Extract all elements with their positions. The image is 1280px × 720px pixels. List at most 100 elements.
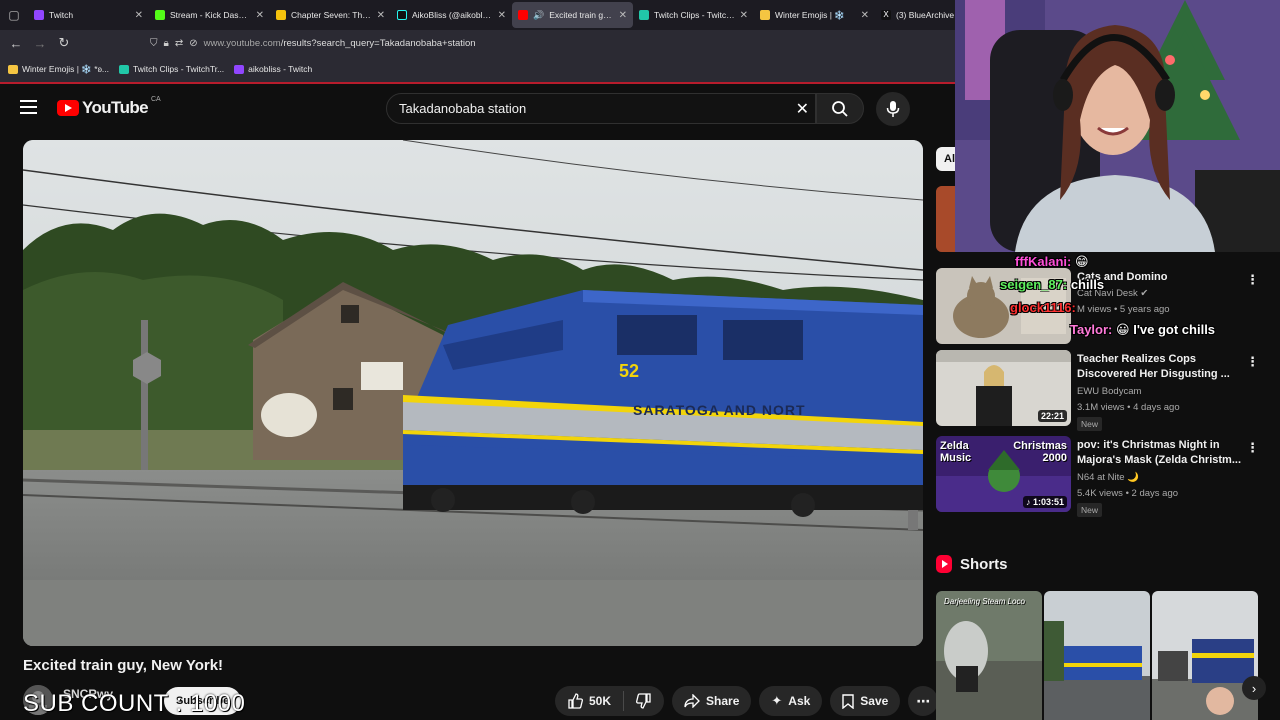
short-item[interactable] (1044, 591, 1150, 720)
reload-icon[interactable]: ↻ (52, 31, 76, 55)
share-arrow-icon (684, 694, 700, 708)
tab-1[interactable]: Stream - Kick Dashboa ✕ (149, 2, 270, 28)
tab-close-icon[interactable]: ✕ (498, 10, 506, 21)
lock-icon[interactable]: 🔒︎ (164, 38, 169, 49)
next-shorts-arrow-icon[interactable]: › (1242, 676, 1266, 700)
tab-2[interactable]: Chapter Seven: The Lo ✕ (270, 2, 391, 28)
recommendation-title[interactable]: Teacher Realizes Cops Discovered Her Dis… (1077, 352, 1242, 382)
recommendation-meta: 3.1M views • 4 days ago (1077, 402, 1180, 413)
short-item[interactable]: Darjeeling Steam Loco (936, 591, 1042, 720)
tab-title: Twitch Clips - TwitchTra (654, 10, 735, 20)
url-bar[interactable]: ⛉ 🔒︎ ⇄ ⊘ www.youtube.com/results?search_… (150, 33, 950, 53)
thumbs-up-icon (568, 693, 583, 709)
tab-close-icon[interactable]: ✕ (256, 10, 264, 21)
video-player[interactable]: SARATOGA AND NORT 52 (23, 140, 923, 646)
twitch-favicon-icon (34, 10, 44, 20)
search-input[interactable]: Takadanobaba station ✕ (386, 93, 816, 124)
chat-line: Taylor: 😀 I've got chills (1070, 322, 1216, 337)
tab-title: AikoBliss (@aikobliss) | (412, 10, 493, 20)
search-query: Takadanobaba station (399, 101, 527, 116)
tab-close-icon[interactable]: ✕ (377, 10, 385, 21)
tab-close-icon[interactable]: ✕ (861, 10, 869, 21)
back-arrow-icon[interactable]: ← (4, 31, 28, 55)
train-crossing-thumbnail-image (1152, 591, 1258, 720)
recommendation-item[interactable]: 22:21 Teacher Realizes Cops Discovered H… (936, 350, 1259, 431)
tab-title: Chapter Seven: The Lo (291, 10, 372, 20)
menu-icon[interactable] (20, 100, 37, 114)
thumb-text-right: Christmas 2000 (1013, 440, 1067, 464)
share-button[interactable]: Share (672, 686, 752, 716)
bookmark-item[interactable]: aikobliss - Twitch (234, 64, 312, 74)
bookmark-item[interactable]: Winter Emojis | ❄️ *ʚ... (8, 64, 109, 75)
recommendation-item[interactable]: Zelda Music Christmas 2000 ♪ 1:03:51 pov… (936, 436, 1259, 517)
forward-arrow-icon[interactable]: → (28, 31, 52, 55)
microphone-icon (886, 101, 900, 117)
thumb-text-left: Zelda Music (940, 440, 972, 464)
sparkle-icon: ✦ (771, 693, 783, 708)
chat-line: seigen_87: chills (1000, 277, 1105, 292)
folder-favicon-icon (276, 10, 286, 20)
tab-5[interactable]: Twitch Clips - TwitchTra ✕ (633, 2, 754, 28)
like-count: 50K (589, 694, 612, 708)
chat-line: glock1116: (1010, 300, 1076, 315)
url-text: www.youtube.com/results?search_query=Tak… (203, 37, 476, 49)
new-badge: New (1077, 417, 1103, 431)
search-button[interactable] (816, 93, 864, 124)
screen: ▢ Twitch ✕ Stream - Kick Dashboa ✕ Chapt… (0, 0, 1280, 720)
tab-close-icon[interactable]: ✕ (135, 10, 143, 21)
sub-count-overlay: SUB COUNT : 1000 (23, 690, 246, 717)
x-favicon-icon: X (881, 10, 891, 20)
video-thumbnail[interactable]: Zelda Music Christmas 2000 ♪ 1:03:51 (936, 436, 1071, 512)
bookmark-label: Winter Emojis | ❄️ *ʚ... (22, 63, 110, 74)
shield-icon[interactable]: ⛉ (150, 38, 158, 49)
twitchtracker-favicon-icon (639, 10, 649, 20)
short-item[interactable] (1152, 591, 1258, 720)
more-options-icon[interactable]: ⋮ (1246, 354, 1259, 370)
tab-0[interactable]: Twitch ✕ (28, 2, 149, 28)
svg-text:52: 52 (619, 361, 639, 381)
duration-badge: ♪ 1:03:51 (1022, 496, 1067, 508)
more-options-icon[interactable]: ⋮ (1246, 440, 1259, 456)
shorts-logo-icon (936, 555, 952, 573)
bookmark-label: Twitch Clips - TwitchTr... (133, 64, 225, 74)
recommendation-channel[interactable]: N64 at Nite 🌙 (1077, 472, 1139, 483)
speaker-icon[interactable]: 🔊 (533, 10, 544, 21)
clear-search-icon[interactable]: ✕ (796, 99, 809, 119)
youtube-logo[interactable]: YouTube CA (57, 95, 161, 118)
permissions-icon[interactable]: ⇄ (175, 38, 183, 49)
new-badge: New (1077, 503, 1103, 517)
youtube-favicon-icon (518, 10, 528, 20)
ask-button[interactable]: ✦ Ask (759, 686, 823, 716)
bookmark-item[interactable]: Twitch Clips - TwitchTr... (119, 64, 224, 74)
tab-6[interactable]: Winter Emojis | ❄️ ✕ (754, 2, 875, 28)
shorts-label: Shorts (960, 555, 1008, 573)
folder-favicon-icon (760, 10, 770, 20)
video-thumbnail[interactable]: 22:21 (936, 350, 1071, 426)
save-button[interactable]: Save (830, 686, 901, 716)
steam-loco-thumbnail-image (936, 591, 1042, 720)
tab-4-active[interactable]: 🔊 Excited train guy, N ✕ (512, 2, 633, 28)
no-camera-icon[interactable]: ⊘ (189, 38, 197, 49)
country-code: CA (151, 95, 161, 103)
tab-close-icon[interactable]: ✕ (740, 10, 748, 21)
short-caption: Darjeeling Steam Loco (944, 597, 1025, 606)
tab-title: Twitch (49, 10, 74, 20)
recommendation-meta: 5.4K views • 2 days ago (1077, 488, 1179, 499)
streamer-webcam (955, 0, 1280, 252)
folder-icon (8, 64, 18, 74)
tab-list-icon[interactable]: ▢ (0, 0, 28, 30)
blue-train-thumbnail-image (1044, 591, 1150, 720)
svg-text:SARATOGA AND NORT: SARATOGA AND NORT (633, 402, 806, 418)
voice-search-button[interactable] (876, 92, 910, 126)
more-actions-icon[interactable]: ⋯ (908, 686, 939, 716)
recommendation-title[interactable]: pov: it's Christmas Night in Majora's Ma… (1077, 438, 1242, 468)
dislike-button[interactable] (624, 693, 664, 709)
tab-close-icon[interactable]: ✕ (619, 10, 627, 21)
recommendation-channel[interactable]: EWU Bodycam (1077, 386, 1141, 397)
tab-3[interactable]: AikoBliss (@aikobliss) | ✕ (391, 2, 512, 28)
train-video-frame: SARATOGA AND NORT 52 (23, 140, 923, 646)
more-options-icon[interactable]: ⋮ (1246, 272, 1259, 288)
like-button[interactable]: 50K (555, 693, 623, 709)
bookmark-label: aikobliss - Twitch (248, 64, 313, 74)
channel-row: SNCRwy Subscribe SUB COUNT : 1000 50K Sh… (23, 684, 939, 720)
